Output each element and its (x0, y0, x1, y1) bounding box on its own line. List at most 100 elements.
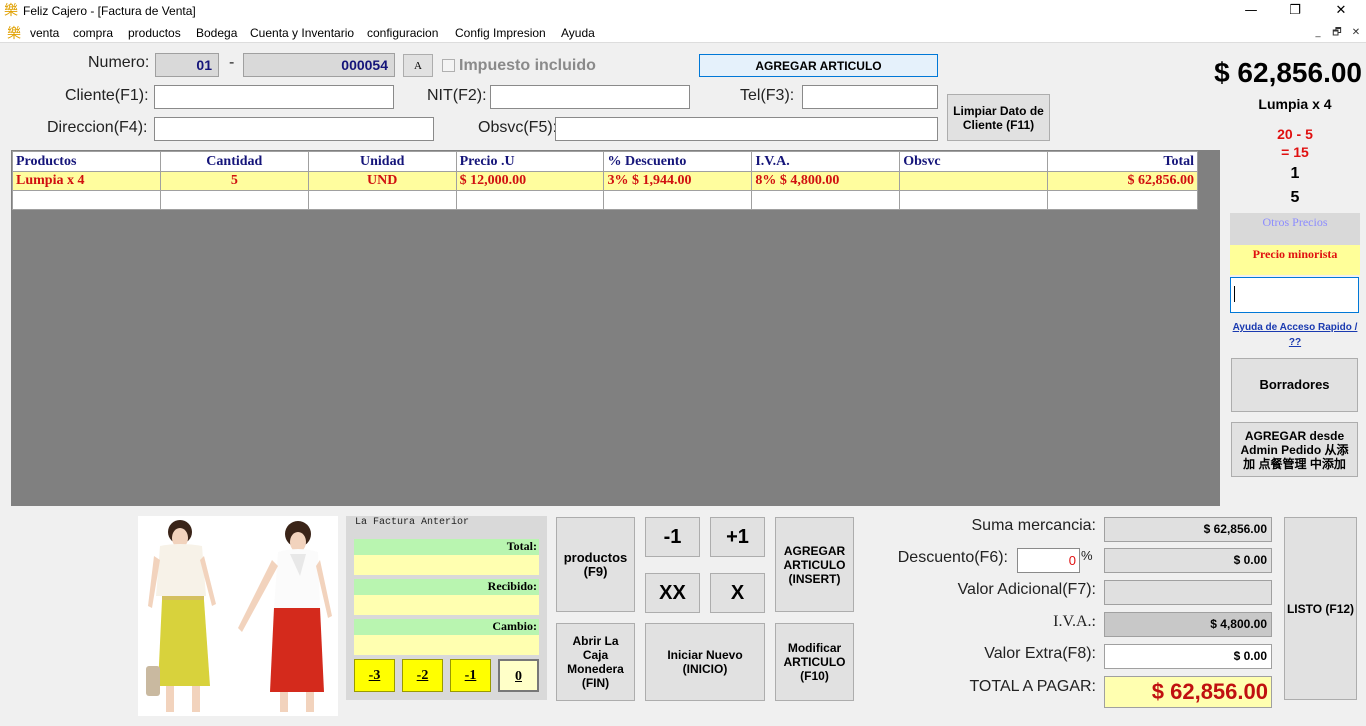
limpiar-cliente-button[interactable]: Limpiar Dato de Cliente (F11) (947, 94, 1050, 141)
col-unidad[interactable]: Unidad (307, 151, 457, 172)
impuesto-label: Impuesto incluido (459, 57, 596, 74)
descuento-pct: % (1081, 548, 1093, 563)
suma-value: $ 62,856.00 (1104, 517, 1272, 542)
suma-label: Suma mercancia: (971, 517, 1097, 534)
empty-cell[interactable] (159, 190, 309, 210)
numero-label: Numero: (88, 54, 150, 71)
otros-precios[interactable]: Otros Precios (1230, 213, 1360, 245)
numero-prefix-field: 01 (155, 53, 219, 77)
zero-button[interactable]: 0 (498, 659, 539, 692)
menu-compra[interactable]: compra (73, 26, 113, 40)
listo-button[interactable]: LISTO (F12) (1284, 517, 1357, 700)
menu-bar: 樂 venta compra productos Bodega Cuenta y… (0, 22, 1366, 43)
menu-ayuda[interactable]: Ayuda (561, 26, 595, 40)
descuento-label: Descuento(F6): (897, 549, 1008, 566)
empty-cell[interactable] (12, 190, 161, 210)
cell-total[interactable]: $ 62,856.00 (1047, 171, 1198, 191)
plus-one-button[interactable]: +1 (710, 517, 765, 557)
empty-cell[interactable] (307, 190, 457, 210)
window-title: Feliz Cajero - [Factura de Venta] (23, 4, 196, 18)
impuesto-checkbox[interactable] (442, 59, 455, 72)
delete-all-button[interactable]: XX (645, 573, 700, 613)
agregar-admin-pedido-button[interactable]: AGREGAR desde Admin Pedido 从添加 点餐管理 中添加 (1231, 422, 1358, 477)
col-iva[interactable]: I.V.A. (751, 151, 901, 172)
text-cursor (1234, 286, 1235, 302)
maximize-icon[interactable]: ❐ (1272, 0, 1318, 22)
empty-cell[interactable] (455, 190, 605, 210)
obsvc-label: Obsvc(F5): (478, 119, 558, 136)
app-icon: 樂 (4, 3, 18, 19)
col-productos[interactable]: Productos (12, 151, 161, 172)
mdi-minimize-icon[interactable]: _ (1310, 26, 1326, 40)
menu-venta[interactable]: venta (30, 26, 59, 40)
descuento-input[interactable]: 0 (1017, 548, 1080, 573)
valor-extra-input[interactable]: $ 0.00 (1104, 644, 1272, 669)
empty-cell[interactable] (899, 190, 1049, 210)
total-label: Total: (354, 539, 539, 555)
cell-precio[interactable]: $ 12,000.00 (455, 171, 605, 191)
cell-producto[interactable]: Lumpia x 4 (12, 171, 161, 191)
menu-configuracion[interactable]: configuracion (367, 26, 438, 40)
quick-access-input[interactable] (1230, 277, 1359, 313)
minus2-button[interactable]: -2 (402, 659, 443, 692)
minus3-button[interactable]: -3 (354, 659, 395, 692)
cell-iva[interactable]: 8% $ 4,800.00 (751, 171, 901, 191)
nit-field[interactable] (490, 85, 690, 109)
tel-field[interactable] (802, 85, 938, 109)
product-name: Lumpia x 4 (1258, 96, 1332, 112)
col-total[interactable]: Total (1047, 151, 1198, 172)
abrir-caja-button[interactable]: Abrir La Caja Monedera (FIN) (556, 623, 635, 701)
minus1-small-button[interactable]: -1 (450, 659, 491, 692)
cell-cantidad[interactable]: 5 (159, 171, 309, 191)
recibido-label: Recibido: (354, 579, 539, 595)
table-row-empty[interactable] (12, 190, 1198, 210)
mdi-restore-icon[interactable]: 🗗 (1329, 26, 1345, 40)
menu-config-impresion[interactable]: Config Impresion (455, 26, 546, 40)
cell-unidad[interactable]: UND (307, 171, 457, 191)
precio-minorista[interactable]: Precio minorista (1230, 245, 1360, 275)
title-bar: 樂 Feliz Cajero - [Factura de Venta] — ❐ … (0, 0, 1366, 22)
col-obsvc[interactable]: Obsvc (899, 151, 1049, 172)
col-precio[interactable]: Precio .U (455, 151, 605, 172)
iniciar-nuevo-button[interactable]: Iniciar Nuevo (INICIO) (645, 623, 765, 701)
delete-button[interactable]: X (710, 573, 765, 613)
table-row[interactable]: Lumpia x 4 5 UND $ 12,000.00 3% $ 1,944.… (12, 171, 1198, 191)
num-2: 5 (1290, 189, 1300, 206)
mdi-close-icon[interactable]: ✕ (1348, 26, 1364, 40)
direccion-label: Direccion(F4): (47, 119, 148, 136)
col-descuento[interactable]: % Descuento (603, 151, 753, 172)
productos-button[interactable]: productos (F9) (556, 517, 635, 612)
numero-value-field: 000054 (243, 53, 395, 77)
direccion-field[interactable] (154, 117, 434, 141)
cliente-field[interactable] (154, 85, 394, 109)
descuento-value: $ 0.00 (1104, 548, 1272, 573)
modificar-articulo-button[interactable]: Modificar ARTICULO (F10) (775, 623, 854, 701)
col-cantidad[interactable]: Cantidad (159, 151, 309, 172)
menu-bodega[interactable]: Bodega (196, 26, 237, 40)
valor-adicional-value (1104, 580, 1272, 605)
minus-one-button[interactable]: -1 (645, 517, 700, 557)
iva-value: $ 4,800.00 (1104, 612, 1272, 637)
ayuda-acceso-rapido-link[interactable]: Ayuda de Acceso Rapido / ?? (1228, 320, 1362, 350)
obsvc-field[interactable] (555, 117, 938, 141)
borradores-button[interactable]: Borradores (1231, 358, 1358, 412)
total-pagar-value: $ 62,856.00 (1104, 676, 1272, 708)
total-value (354, 555, 539, 575)
minimize-icon[interactable]: — (1228, 0, 1274, 22)
cambio-label: Cambio: (354, 619, 539, 635)
menu-productos[interactable]: productos (128, 26, 181, 40)
cell-obsvc[interactable] (899, 171, 1049, 191)
a-button[interactable]: A (403, 54, 433, 77)
product-photo (138, 516, 338, 716)
cell-descuento[interactable]: 3% $ 1,944.00 (603, 171, 753, 191)
products-grid[interactable]: Productos Cantidad Unidad Precio .U % De… (12, 151, 1198, 210)
menu-cuenta-inventario[interactable]: Cuenta y Inventario (250, 26, 354, 40)
menu-app-icon: 樂 (7, 26, 21, 42)
valor-adicional-label: Valor Adicional(F7): (957, 581, 1096, 598)
empty-cell[interactable] (1047, 190, 1198, 210)
agregar-articulo-button[interactable]: AGREGAR ARTICULO (699, 54, 938, 77)
empty-cell[interactable] (751, 190, 901, 210)
valor-extra-label: Valor Extra(F8): (984, 645, 1096, 662)
close-icon[interactable]: ✕ (1318, 0, 1364, 22)
empty-cell[interactable] (603, 190, 753, 210)
